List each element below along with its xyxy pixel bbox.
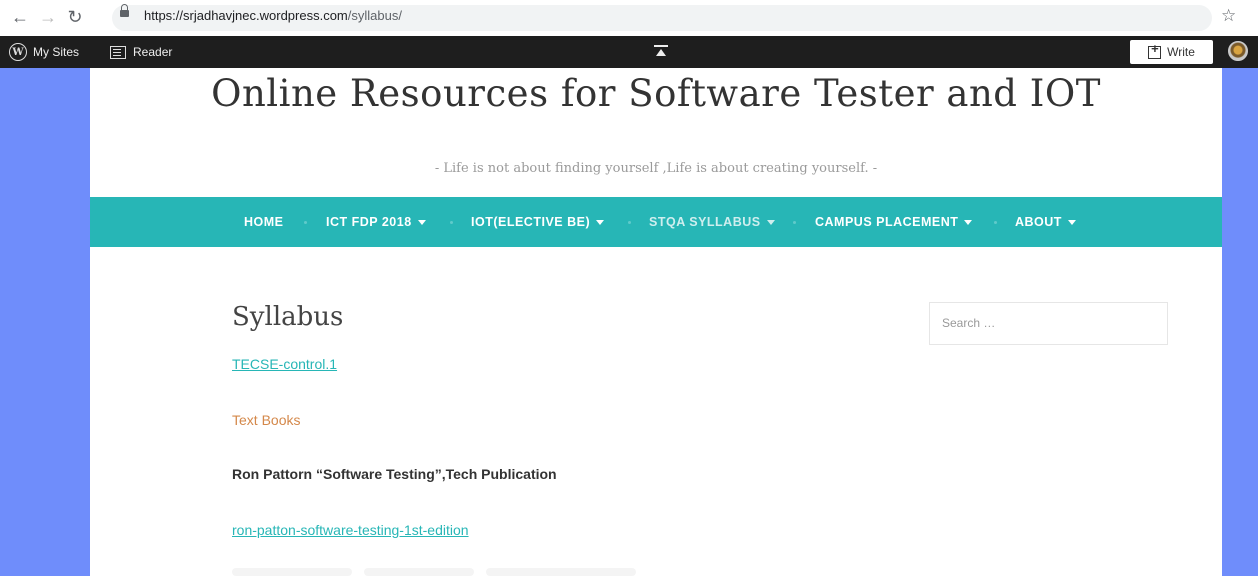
menu-item-label: CAMPUS PLACEMENT	[815, 215, 959, 229]
menu-item-label: IOT(ELECTIVE BE)	[471, 215, 591, 229]
reload-icon[interactable]: ↻	[64, 6, 86, 28]
menu-item-about[interactable]: ABOUT	[1015, 197, 1076, 247]
site-tagline: - Life is not about finding yourself ,Li…	[434, 161, 878, 176]
search-input[interactable]	[929, 302, 1168, 345]
tecse-control-link[interactable]: TECSE-control.1	[232, 356, 337, 372]
menu-item-label: ICT FDP 2018	[326, 215, 412, 229]
page-container: Online Resources for Software Tester and…	[90, 68, 1222, 576]
menu-item-label: STQA SYLLABUS	[649, 215, 761, 229]
menu-item-home[interactable]: HOME	[244, 197, 284, 247]
site-title[interactable]: Online Resources for Software Tester and…	[90, 72, 1222, 115]
wp-admin-bar: W My Sites Reader Write	[0, 36, 1258, 68]
back-arrow-icon[interactable]: ←	[9, 6, 31, 28]
browser-toolbar: ← → ↻ https://srjadhavjnec.wordpress.com…	[0, 0, 1258, 36]
forward-arrow-icon[interactable]: →	[37, 6, 59, 28]
menu-separator	[628, 221, 631, 224]
menu-item-label: ABOUT	[1015, 215, 1062, 229]
chevron-down-icon	[1067, 220, 1076, 226]
menu-item-label: HOME	[244, 215, 284, 229]
chevron-down-icon	[596, 220, 605, 226]
reader-label: Reader	[133, 45, 173, 59]
url-host: https://srjadhavjnec.wordpress.com	[144, 8, 348, 23]
menu-separator	[994, 221, 997, 224]
collapse-bar-icon[interactable]	[654, 45, 668, 59]
reader-button[interactable]: Reader	[110, 36, 172, 68]
lock-icon	[120, 4, 129, 17]
menu-item-ict-fdp[interactable]: ICT FDP 2018	[326, 197, 426, 247]
text-books-label: Text Books	[232, 412, 301, 428]
chevron-down-icon	[417, 220, 426, 226]
primary-menu: HOME ICT FDP 2018 IOT(ELECTIVE BE) STQA …	[90, 197, 1222, 247]
write-icon	[1148, 41, 1162, 59]
menu-item-campus-placement[interactable]: CAMPUS PLACEMENT	[815, 197, 973, 247]
chevron-down-icon	[964, 220, 973, 226]
menu-separator	[450, 221, 453, 224]
page-title: Syllabus	[232, 302, 344, 332]
faded-text-line	[232, 568, 352, 576]
write-button[interactable]: Write	[1130, 40, 1213, 64]
menu-item-stqa-syllabus[interactable]: STQA SYLLABUS	[649, 197, 775, 247]
faded-text-line	[486, 568, 636, 576]
faded-text-line	[364, 568, 474, 576]
menu-separator	[304, 221, 307, 224]
wordpress-logo-icon: W	[9, 43, 27, 61]
url-path: /syllabus/	[347, 8, 402, 23]
bookmark-star-icon[interactable]: ☆	[1221, 6, 1236, 26]
ron-patton-book-link[interactable]: ron-patton-software-testing-1st-edition	[232, 522, 469, 538]
reader-icon	[110, 45, 126, 59]
my-sites-button[interactable]: W My Sites	[9, 36, 79, 68]
chevron-down-icon	[766, 220, 775, 226]
menu-item-iot[interactable]: IOT(ELECTIVE BE)	[471, 197, 605, 247]
url-text[interactable]: https://srjadhavjnec.wordpress.com/sylla…	[144, 8, 402, 23]
write-label: Write	[1167, 45, 1195, 59]
menu-separator	[793, 221, 796, 224]
book-reference: Ron Pattorn “Software Testing”,Tech Publ…	[232, 466, 557, 482]
my-sites-label: My Sites	[33, 45, 80, 59]
avatar[interactable]	[1228, 41, 1248, 61]
